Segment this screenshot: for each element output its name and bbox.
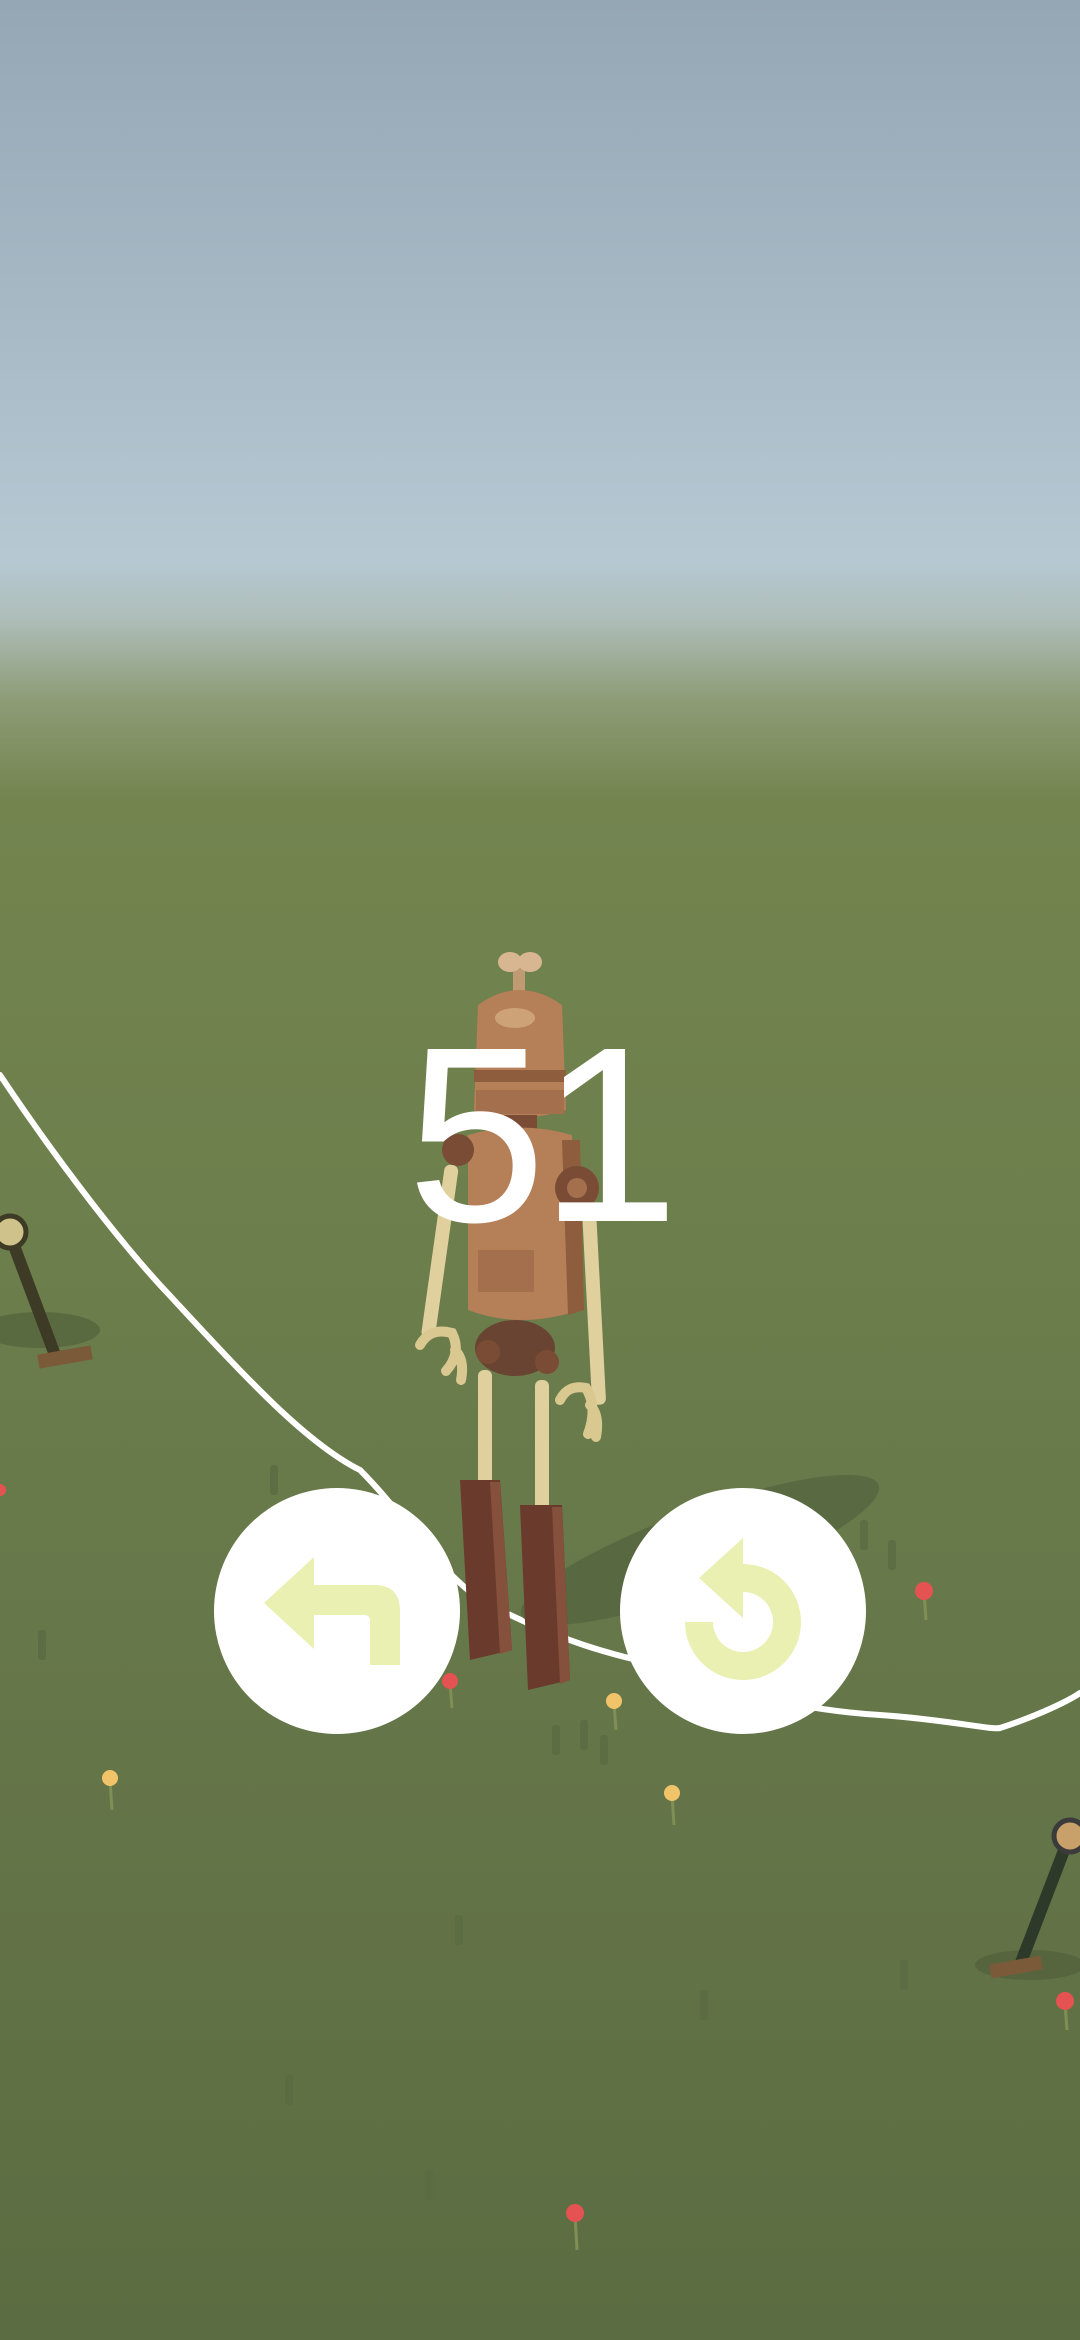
game-scene: 51 <box>0 0 1080 2340</box>
back-button[interactable] <box>214 1488 460 1734</box>
turn-back-arrow-icon <box>264 1557 400 1665</box>
restart-button[interactable] <box>620 1488 866 1734</box>
right-lamp-post <box>975 1817 1080 1980</box>
restart-arrow-icon <box>685 1538 801 1680</box>
score-counter: 51 <box>406 995 679 1274</box>
